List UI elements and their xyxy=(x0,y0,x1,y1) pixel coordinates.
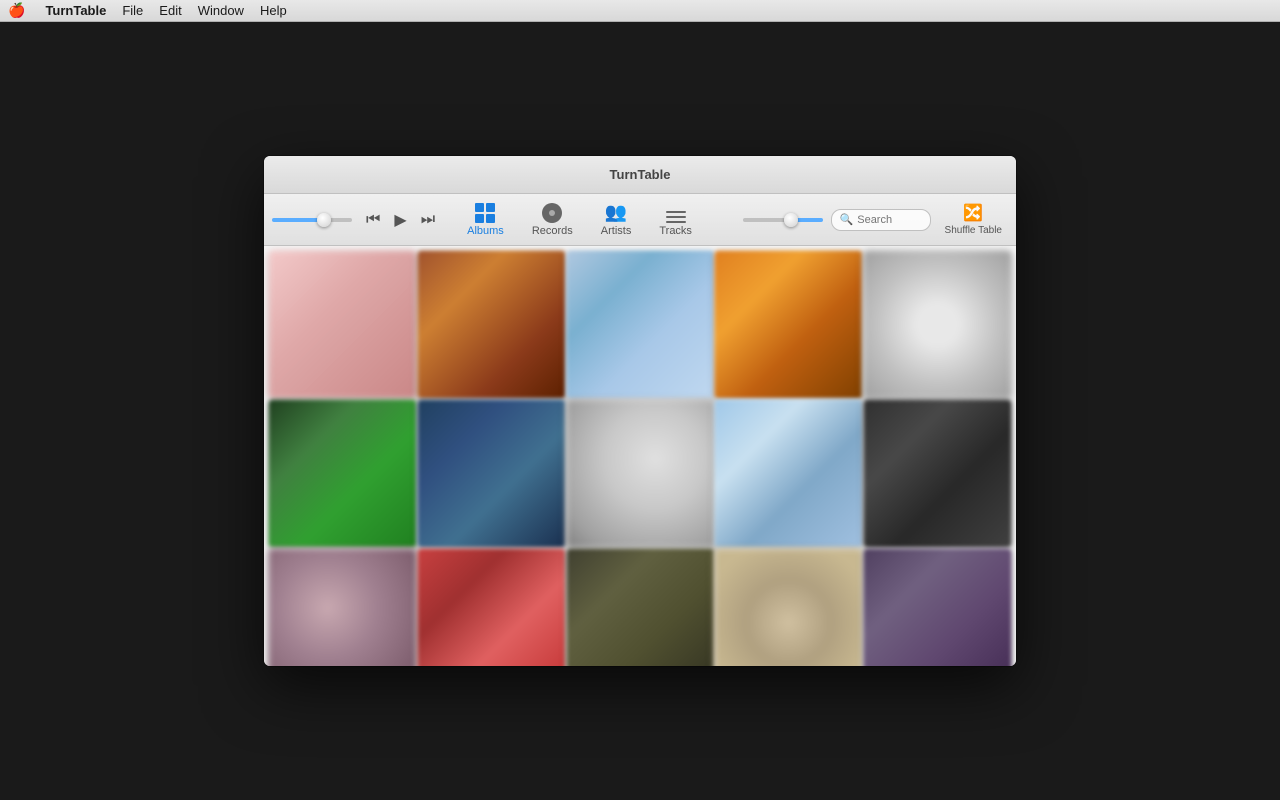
album-tile-10[interactable] xyxy=(864,399,1012,547)
album-tile-7[interactable] xyxy=(417,399,565,547)
playback-controls: ⏮ ▶ ⏭ xyxy=(360,206,441,234)
album-grid-container[interactable] xyxy=(264,246,1016,666)
album-tile-12[interactable] xyxy=(417,548,565,666)
tab-albums-label: Albums xyxy=(467,225,504,237)
tab-records-label: Records xyxy=(532,225,573,237)
titlebar: TurnTable xyxy=(264,156,1016,194)
tab-tracks-label: Tracks xyxy=(659,225,692,237)
file-menu[interactable]: File xyxy=(122,3,143,18)
shuffle-table-button[interactable]: 🔀 Shuffle Table xyxy=(939,201,1008,238)
search-icon: 🔍 xyxy=(840,213,854,226)
album-tile-2[interactable] xyxy=(417,250,565,398)
album-tile-8[interactable] xyxy=(566,399,714,547)
toolbar-right: 🔍 🔀 Shuffle Table xyxy=(743,201,1008,238)
shuffle-icon: 🔀 xyxy=(963,203,983,223)
nav-tabs: Albums Records 👥 Artists Track xyxy=(449,198,742,241)
tab-albums[interactable]: Albums xyxy=(453,199,518,241)
album-tile-15[interactable] xyxy=(864,548,1012,666)
tab-tracks[interactable]: Tracks xyxy=(645,207,706,241)
tab-records[interactable]: Records xyxy=(518,199,587,241)
menubar: 🍎 TurnTable File Edit Window Help xyxy=(0,0,1280,22)
shuffle-label: Shuffle Table xyxy=(945,225,1002,236)
album-tile-11[interactable] xyxy=(268,548,416,666)
volume-slider-left[interactable] xyxy=(272,218,352,222)
app-menu[interactable]: TurnTable xyxy=(45,3,106,18)
tab-artists-label: Artists xyxy=(601,225,632,237)
album-tile-1[interactable] xyxy=(268,250,416,398)
records-icon xyxy=(542,203,562,223)
desktop: TurnTable ⏮ ▶ ⏭ xyxy=(0,22,1280,800)
search-input[interactable] xyxy=(857,214,927,226)
window-title: TurnTable xyxy=(610,167,671,182)
albums-icon xyxy=(475,203,495,223)
help-menu[interactable]: Help xyxy=(260,3,287,18)
tab-artists[interactable]: 👥 Artists xyxy=(587,198,646,241)
rewind-button[interactable]: ⏮ xyxy=(360,207,386,233)
album-tile-3[interactable] xyxy=(566,250,714,398)
album-tile-4[interactable] xyxy=(715,250,863,398)
album-tile-5[interactable] xyxy=(864,250,1012,398)
volume-slider-right[interactable] xyxy=(743,218,823,222)
tracks-icon xyxy=(666,211,686,223)
app-window: TurnTable ⏮ ▶ ⏭ xyxy=(264,156,1016,666)
play-button[interactable]: ▶ xyxy=(388,206,412,234)
album-tile-9[interactable] xyxy=(715,399,863,547)
album-tile-6[interactable] xyxy=(268,399,416,547)
album-tile-14[interactable] xyxy=(715,548,863,666)
artists-icon: 👥 xyxy=(605,202,627,223)
fast-forward-button[interactable]: ⏭ xyxy=(415,207,441,233)
apple-menu[interactable]: 🍎 xyxy=(8,2,25,19)
toolbar: ⏮ ▶ ⏭ Albums Records xyxy=(264,194,1016,246)
search-box[interactable]: 🔍 xyxy=(831,209,931,231)
window-menu[interactable]: Window xyxy=(198,3,244,18)
album-grid xyxy=(272,254,1008,666)
edit-menu[interactable]: Edit xyxy=(159,3,181,18)
album-tile-13[interactable] xyxy=(566,548,714,666)
